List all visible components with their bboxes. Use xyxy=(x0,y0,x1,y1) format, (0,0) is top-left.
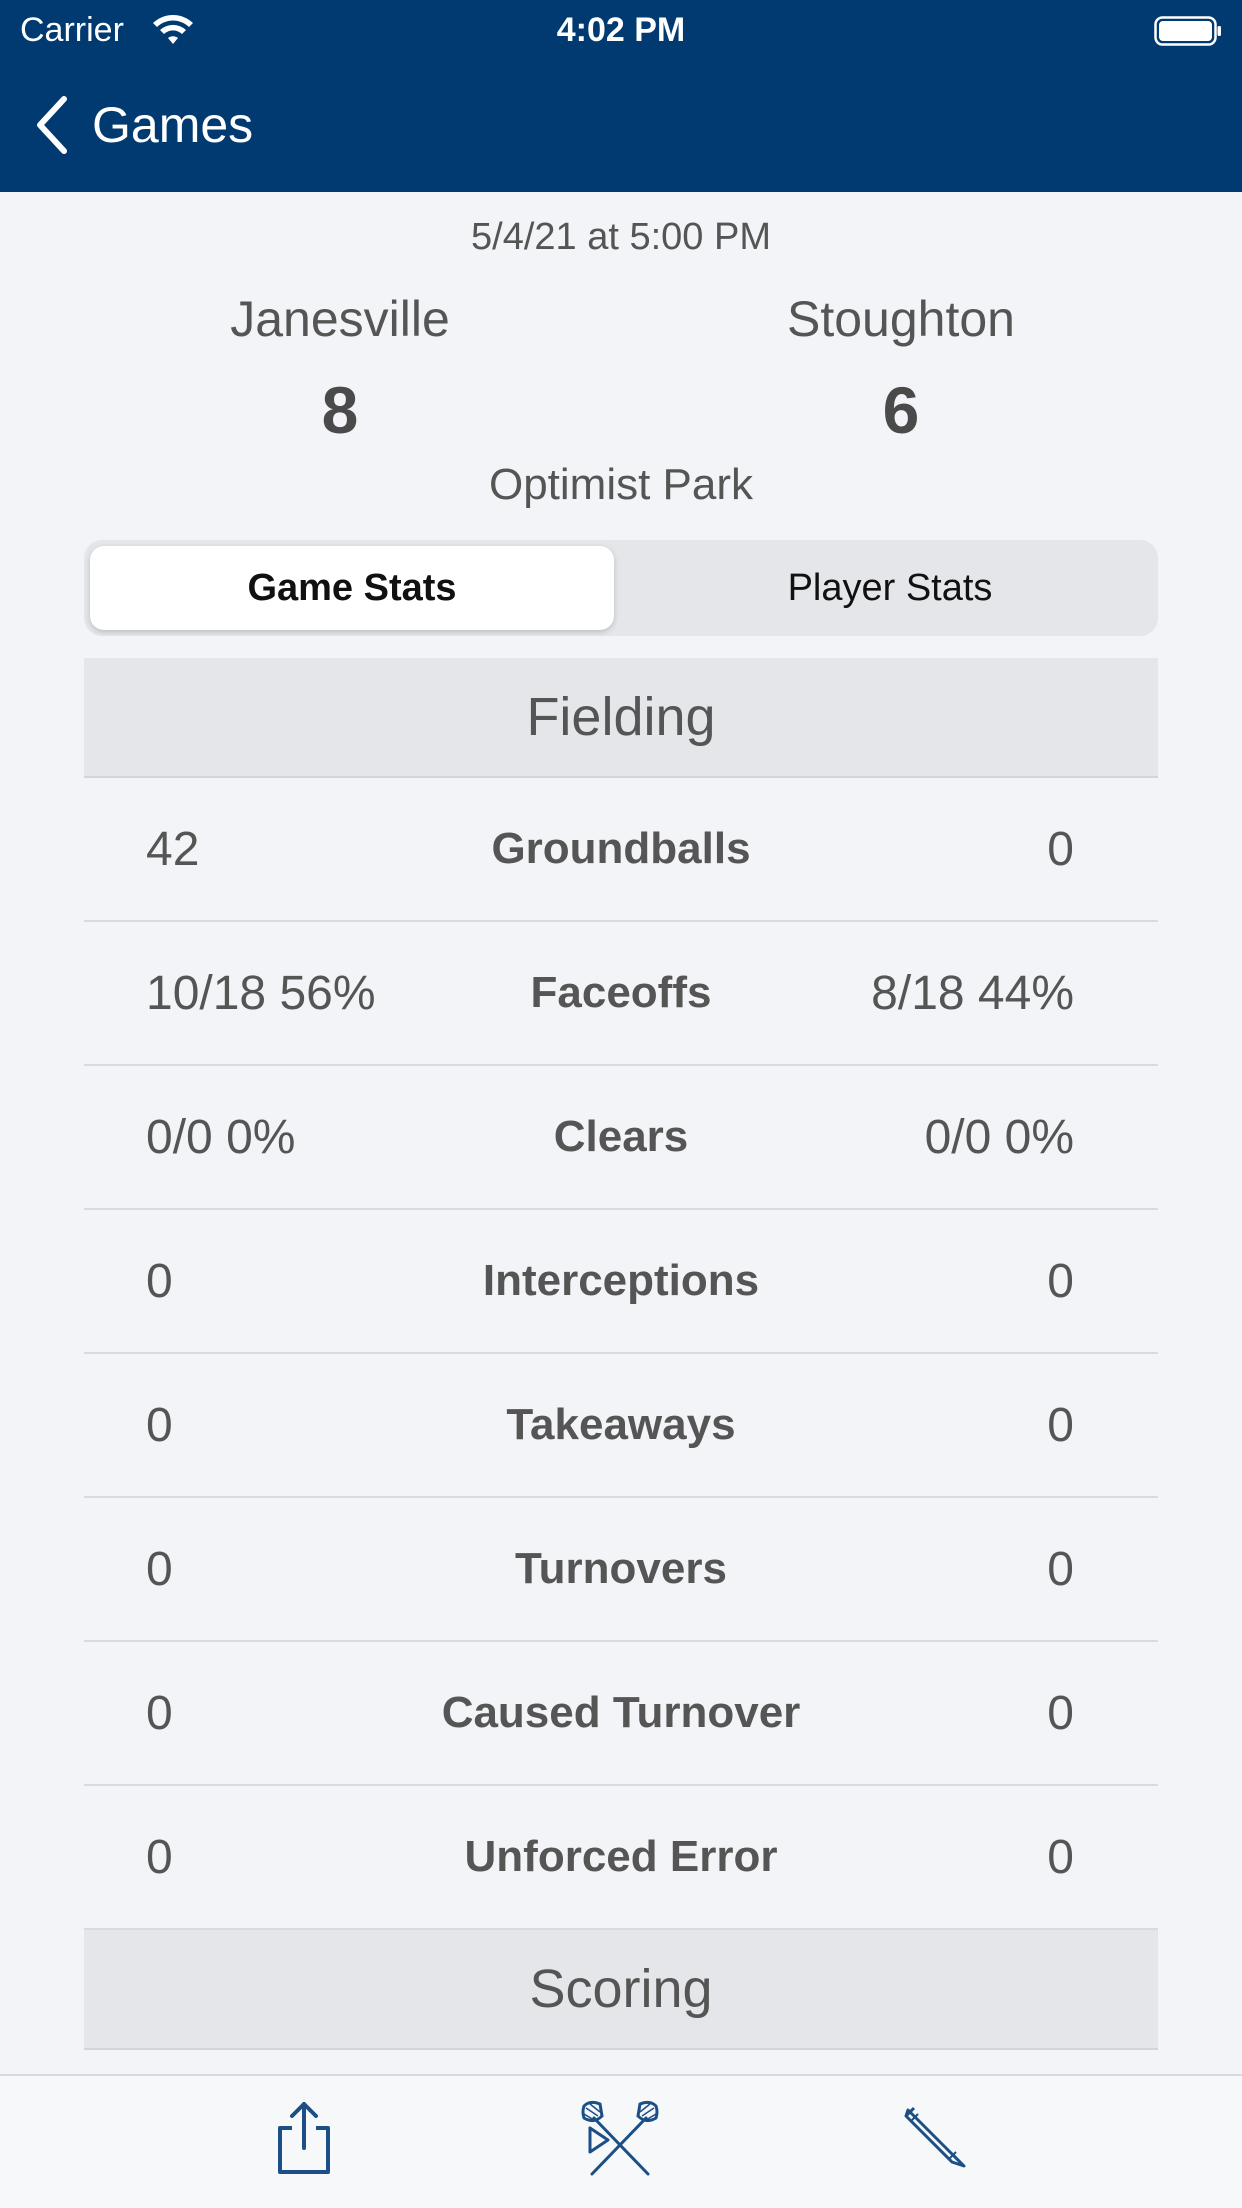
stats-table: Fielding 42 Groundballs 0 10/18 56% Face… xyxy=(84,658,1158,2050)
home-team-score: 8 xyxy=(321,373,359,447)
lacrosse-stats-button[interactable] xyxy=(580,2098,660,2178)
section-header-fielding: Fielding xyxy=(84,658,1158,778)
away-stat-value: 0/0 0% xyxy=(924,1110,1074,1164)
clock: 4:02 PM xyxy=(556,11,686,49)
away-stat-value: 0 xyxy=(1047,1830,1074,1884)
stat-row-unforced-error: 0 Unforced Error 0 xyxy=(84,1786,1158,1930)
away-stat-value: 8/18 44% xyxy=(871,966,1074,1020)
tab-player-stats[interactable]: Player Stats xyxy=(628,546,1152,630)
stat-row-turnovers: 0 Turnovers 0 xyxy=(84,1498,1158,1642)
navigation-bar: Games xyxy=(0,62,1242,192)
stat-row-clears: 0/0 0% Clears 0/0 0% xyxy=(84,1066,1158,1210)
section-header-scoring: Scoring xyxy=(84,1930,1158,2050)
home-team-name: Janesville xyxy=(230,291,450,347)
back-button-label: Games xyxy=(92,97,254,153)
away-stat-value: 0 xyxy=(1047,1542,1074,1596)
away-team-score: 6 xyxy=(882,373,920,447)
back-button[interactable]: Games xyxy=(34,92,253,158)
tab-game-stats[interactable]: Game Stats xyxy=(90,546,614,630)
away-team-name: Stoughton xyxy=(787,291,1015,347)
stat-label: Caused Turnover xyxy=(441,1688,801,1737)
stat-label: Takeaways xyxy=(506,1400,736,1449)
stat-row-groundballs: 42 Groundballs 0 xyxy=(84,778,1158,922)
pencil-icon xyxy=(904,2106,966,2168)
bottom-toolbar xyxy=(0,2074,1242,2208)
stat-label: Interceptions xyxy=(482,1256,760,1305)
stat-row-caused-turnover: 0 Caused Turnover 0 xyxy=(84,1642,1158,1786)
away-stat-value: 0 xyxy=(1047,1254,1074,1308)
stat-label: Groundballs xyxy=(491,824,751,873)
stat-row-takeaways: 0 Takeaways 0 xyxy=(84,1354,1158,1498)
stat-label: Turnovers xyxy=(515,1544,727,1593)
stat-label: Unforced Error xyxy=(464,1832,778,1881)
away-stat-value: 0 xyxy=(1047,1686,1074,1740)
away-stat-value: 0 xyxy=(1047,1398,1074,1452)
stat-row-interceptions: 0 Interceptions 0 xyxy=(84,1210,1158,1354)
status-bar: Carrier 4:02 PM xyxy=(0,0,1242,62)
stat-row-faceoffs: 10/18 56% Faceoffs 8/18 44% xyxy=(84,922,1158,1066)
game-venue: Optimist Park xyxy=(488,460,754,509)
game-datetime: 5/4/21 at 5:00 PM xyxy=(471,216,771,258)
stats-segmented-control: Game Stats Player Stats xyxy=(84,540,1158,636)
share-button[interactable] xyxy=(264,2098,344,2178)
away-stat-value: 0 xyxy=(1047,822,1074,876)
chevron-left-icon xyxy=(37,96,67,154)
battery-icon xyxy=(1154,16,1221,46)
edit-button[interactable] xyxy=(896,2098,976,2178)
lacrosse-sticks-icon xyxy=(581,2100,659,2176)
share-icon xyxy=(278,2102,330,2174)
